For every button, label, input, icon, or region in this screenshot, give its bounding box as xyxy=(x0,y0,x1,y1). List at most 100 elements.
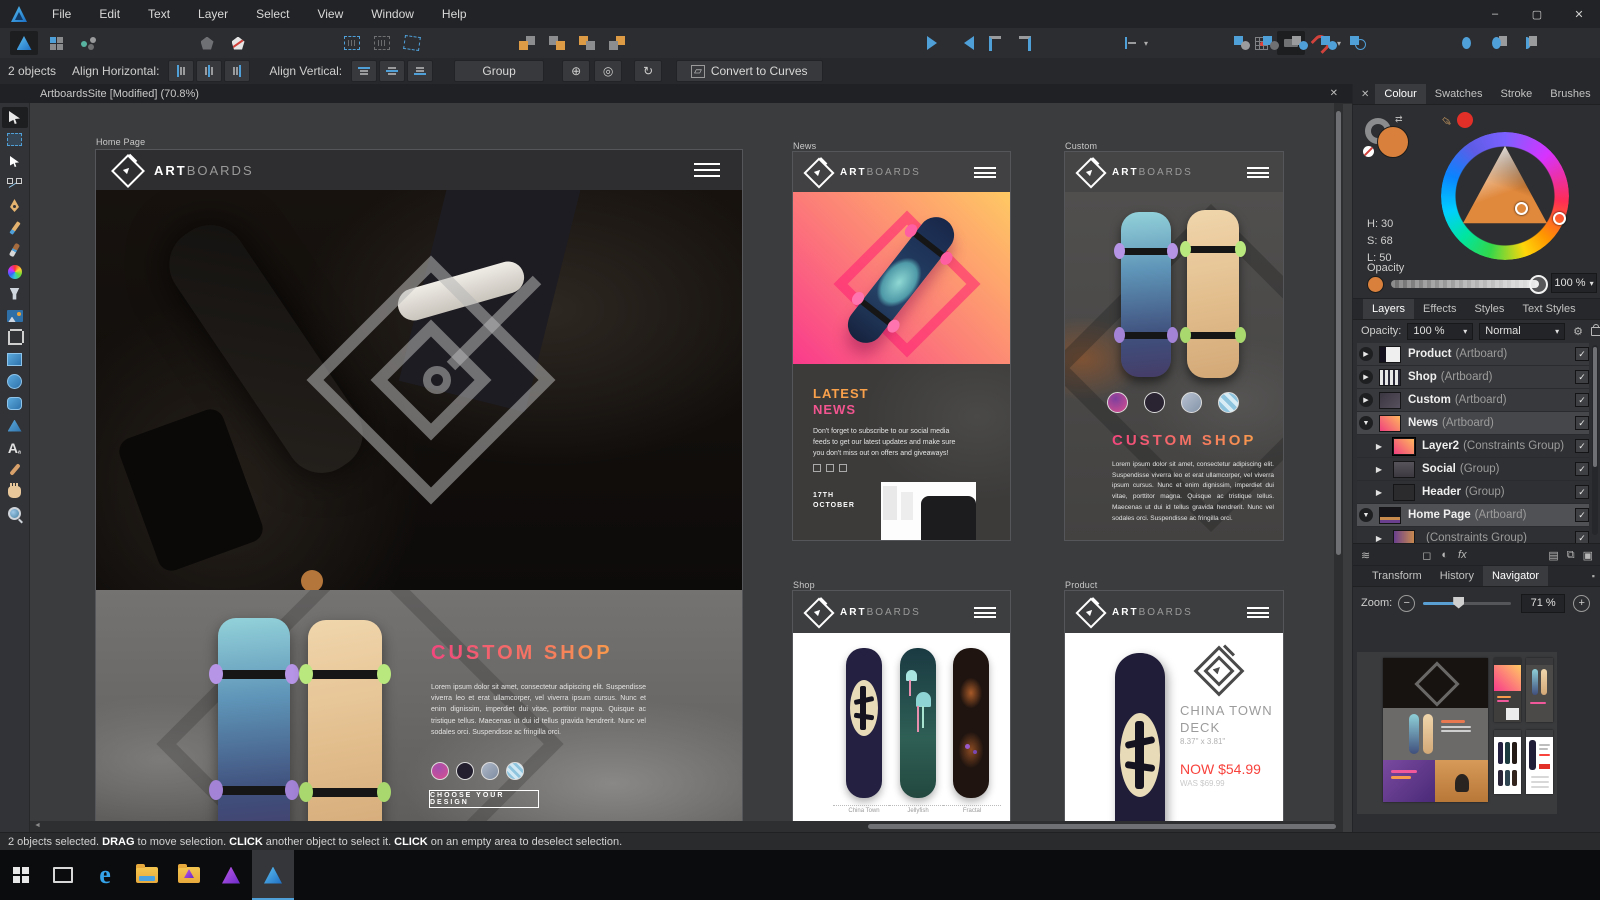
layer-row-news[interactable]: ▼ News (Artboard) ✓ xyxy=(1357,412,1589,435)
boolean-intersect-button[interactable] xyxy=(1286,31,1314,55)
layer-row-home-page[interactable]: ▼ Home Page (Artboard) ✓ xyxy=(1357,504,1589,527)
home-menu-icon[interactable] xyxy=(694,163,720,177)
artboard-custom[interactable]: ARTBOARDS CUSTOM SHOP Lorem ipsum dolor … xyxy=(1065,152,1283,540)
expand-icon[interactable]: ▶ xyxy=(1371,465,1387,474)
point-transform-tool[interactable] xyxy=(2,173,28,194)
sl-marker[interactable] xyxy=(1515,202,1528,215)
new-layer-icon[interactable]: ▤ xyxy=(1548,549,1558,562)
product-name-line1[interactable]: CHINA TOWN xyxy=(1180,703,1273,718)
expand-icon[interactable]: ▶ xyxy=(1359,370,1373,384)
news-menu-icon[interactable] xyxy=(974,167,996,178)
isolate-layer-icon[interactable]: ≋ xyxy=(1361,549,1370,562)
convert-to-curves-button[interactable]: ▱ Convert to Curves xyxy=(676,60,823,82)
product-price-was[interactable]: WAS $69.99 xyxy=(1180,779,1225,788)
expand-icon[interactable]: ▶ xyxy=(1371,488,1387,497)
file-explorer-button[interactable] xyxy=(126,850,168,900)
layer-row-social[interactable]: ▶ Social (Group) ✓ xyxy=(1357,458,1589,481)
artboard-label-news[interactable]: News xyxy=(793,141,816,151)
alignment-dropdown[interactable]: ▾ xyxy=(1120,31,1148,55)
colour-tool[interactable] xyxy=(2,261,28,282)
layers-gear-icon[interactable]: ⚙ xyxy=(1573,325,1583,338)
task-view-button[interactable] xyxy=(42,850,84,900)
menu-text[interactable]: Text xyxy=(134,0,184,28)
layer-thumbnail[interactable] xyxy=(1379,391,1401,409)
rectangle-tool[interactable] xyxy=(2,349,28,370)
artboard-home[interactable]: ARTBOARDS CUSTOM SHOP Lorem ipsum dolor … xyxy=(96,150,742,832)
pen-tool[interactable] xyxy=(2,195,28,216)
artboard-tool[interactable] xyxy=(2,129,28,150)
scroll-left-arrow-icon[interactable]: ◄ xyxy=(34,822,41,829)
menu-window[interactable]: Window xyxy=(357,0,428,28)
opacity-value-box[interactable]: 100 % ▾ xyxy=(1551,273,1597,293)
navigator-preview[interactable] xyxy=(1357,652,1557,814)
expand-icon[interactable]: ▶ xyxy=(1371,442,1387,451)
tab-styles[interactable]: Styles xyxy=(1465,299,1513,319)
menu-file[interactable]: File xyxy=(38,0,85,28)
persona-export-button[interactable] xyxy=(74,31,102,55)
news-dot[interactable] xyxy=(839,464,847,472)
layer-thumbnail[interactable] xyxy=(1393,460,1415,478)
fill-swatch[interactable] xyxy=(1377,126,1409,158)
fx-icon[interactable]: fx xyxy=(1458,549,1467,561)
boolean-combine-button[interactable] xyxy=(1344,31,1372,55)
boolean-add-button[interactable] xyxy=(1228,31,1256,55)
swap-fill-stroke-icon[interactable]: ⇄ xyxy=(1395,114,1403,125)
fill-stroke-selector[interactable]: ⇄ xyxy=(1363,114,1417,160)
product-deck-image[interactable] xyxy=(1115,653,1165,832)
zoom-in-button[interactable]: + xyxy=(1573,594,1591,612)
design-swatch-3[interactable] xyxy=(1181,392,1202,413)
vertical-scrollbar[interactable] xyxy=(1334,103,1343,821)
layer-thumbnail[interactable] xyxy=(1379,414,1401,432)
align-bottom-button[interactable] xyxy=(407,60,434,82)
design-swatch-1[interactable] xyxy=(431,762,449,780)
shop-product-name-1[interactable]: China Town xyxy=(833,805,895,814)
shop-product-name-2[interactable]: Jellyfish xyxy=(889,805,947,814)
product-size[interactable]: 8.37" x 3.81" xyxy=(1180,737,1225,746)
layers-scroll-thumb[interactable] xyxy=(1593,347,1597,467)
shop-deck-chinatown[interactable] xyxy=(846,648,882,798)
document-close-icon[interactable]: ✕ xyxy=(1330,88,1338,99)
home-section-body[interactable]: Lorem ipsum dolor sit amet, consectetur … xyxy=(431,682,646,738)
collapse-icon[interactable]: ▼ xyxy=(1359,416,1373,430)
start-button[interactable] xyxy=(0,850,42,900)
horizontal-scrollbar[interactable]: ◄ xyxy=(30,821,1343,832)
layer-thumbnail[interactable] xyxy=(1379,368,1401,386)
layer-thumbnail[interactable] xyxy=(1379,506,1401,524)
transform-mode-button[interactable] xyxy=(398,31,426,55)
product-price-now[interactable]: NOW $54.99 xyxy=(1180,761,1261,777)
shop-product-name-3[interactable]: Fractal xyxy=(943,805,1001,814)
close-button[interactable]: ✕ xyxy=(1558,0,1600,28)
expand-icon[interactable]: ▶ xyxy=(1359,347,1373,361)
align-center-h-button[interactable] xyxy=(196,60,223,82)
custom-section-title[interactable]: CUSTOM SHOP xyxy=(1112,432,1256,449)
persona-designer-button[interactable] xyxy=(10,31,38,55)
colour-picker-tool[interactable] xyxy=(2,459,28,480)
design-swatch-3[interactable] xyxy=(481,762,499,780)
document-tab[interactable]: ArtboardsSite [Modified] (70.8%) xyxy=(40,88,199,100)
align-middle-button[interactable] xyxy=(379,60,406,82)
visibility-checkbox[interactable]: ✓ xyxy=(1575,439,1589,453)
artboard-label-custom[interactable]: Custom xyxy=(1065,141,1097,151)
eyedropper-icon[interactable]: ✑ xyxy=(1437,112,1456,131)
home-section-title[interactable]: CUSTOM SHOP xyxy=(431,642,613,665)
rotate-selection-button[interactable]: ↻ xyxy=(634,60,663,82)
layer-row-layer2[interactable]: ▶ Layer2 (Constraints Group) ✓ xyxy=(1357,435,1589,458)
no-colour-swatch[interactable] xyxy=(1363,146,1374,157)
visibility-checkbox[interactable]: ✓ xyxy=(1575,416,1589,430)
insert-target-3-button[interactable] xyxy=(1515,31,1543,55)
news-title-line1[interactable]: LATEST xyxy=(813,386,869,401)
tab-swatches[interactable]: Swatches xyxy=(1426,84,1492,104)
canvas[interactable]: Home Page ARTBOARDS CUSTOM SHOP Lorem ip… xyxy=(30,103,1343,832)
design-swatch-2[interactable] xyxy=(456,762,474,780)
affinity-folder-button[interactable] xyxy=(168,850,210,900)
artboard-product[interactable]: ARTBOARDS CHINA TOWN DECK 8.37" x 3.81" … xyxy=(1065,591,1283,832)
opacity-slider-knob[interactable] xyxy=(1529,275,1548,294)
insert-target-2-button[interactable] xyxy=(1485,31,1513,55)
zoom-out-button[interactable]: − xyxy=(1398,594,1416,612)
group-button[interactable]: Group xyxy=(454,60,545,82)
layer-row-header[interactable]: ▶ Header (Group) ✓ xyxy=(1357,481,1589,504)
artboard-shop[interactable]: ARTBOARDS China Town Jellyfish Fractal xyxy=(793,591,1010,832)
hue-marker[interactable] xyxy=(1553,212,1566,225)
duplicate-layer-icon[interactable]: ⧉ xyxy=(1567,549,1575,562)
panel-close-icon[interactable]: ✕ xyxy=(1361,89,1369,100)
